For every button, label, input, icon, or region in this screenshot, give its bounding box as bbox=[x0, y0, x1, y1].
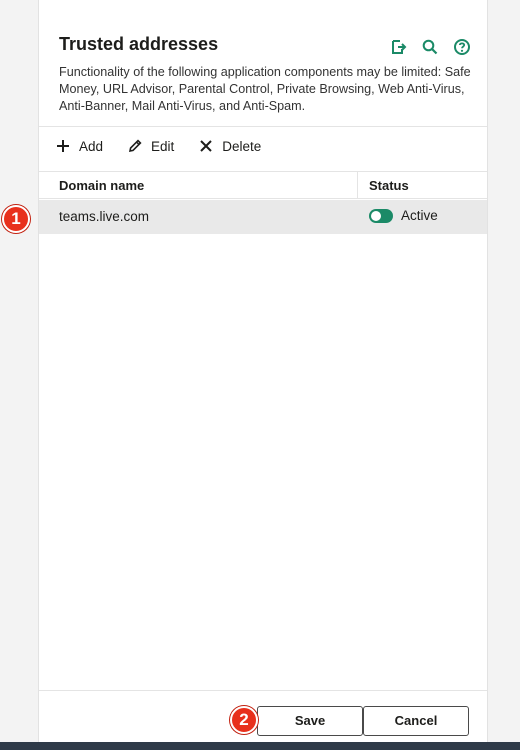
column-divider[interactable] bbox=[357, 172, 358, 199]
delete-button[interactable]: Delete bbox=[198, 138, 261, 154]
panel-description: Functionality of the following applicati… bbox=[59, 65, 471, 113]
plus-icon bbox=[57, 140, 69, 152]
column-header-domain[interactable]: Domain name bbox=[59, 178, 144, 193]
add-label: Add bbox=[79, 138, 104, 154]
edit-label: Edit bbox=[151, 138, 175, 154]
step-badge-1: 1 bbox=[2, 205, 30, 233]
help-icon[interactable] bbox=[453, 38, 471, 56]
save-button[interactable]: Save bbox=[257, 706, 363, 736]
delete-label: Delete bbox=[222, 138, 262, 154]
close-icon bbox=[200, 140, 213, 152]
footer-divider bbox=[39, 690, 487, 691]
toolbar: Add Edit Delete bbox=[55, 138, 261, 154]
table-row[interactable]: teams.live.com Active bbox=[39, 200, 487, 234]
row-domain: teams.live.com bbox=[59, 209, 150, 224]
status-label: Active bbox=[401, 208, 438, 223]
edit-button[interactable]: Edit bbox=[127, 138, 174, 154]
search-icon[interactable] bbox=[421, 38, 439, 56]
table-header: Domain name Status bbox=[39, 171, 487, 199]
taskbar-edge bbox=[0, 742, 520, 750]
trusted-addresses-panel: Trusted addresses Functionality of the f… bbox=[38, 0, 488, 742]
pencil-icon bbox=[129, 139, 142, 153]
status-toggle[interactable] bbox=[369, 208, 393, 223]
header-icons bbox=[389, 38, 471, 56]
export-icon[interactable] bbox=[389, 38, 407, 56]
step-badge-2: 2 bbox=[230, 706, 258, 734]
row-status: Active bbox=[369, 208, 438, 223]
column-header-status[interactable]: Status bbox=[369, 178, 409, 193]
panel-header: Trusted addresses bbox=[59, 34, 471, 55]
divider bbox=[39, 126, 487, 127]
cancel-button[interactable]: Cancel bbox=[363, 706, 469, 736]
add-button[interactable]: Add bbox=[55, 138, 103, 154]
